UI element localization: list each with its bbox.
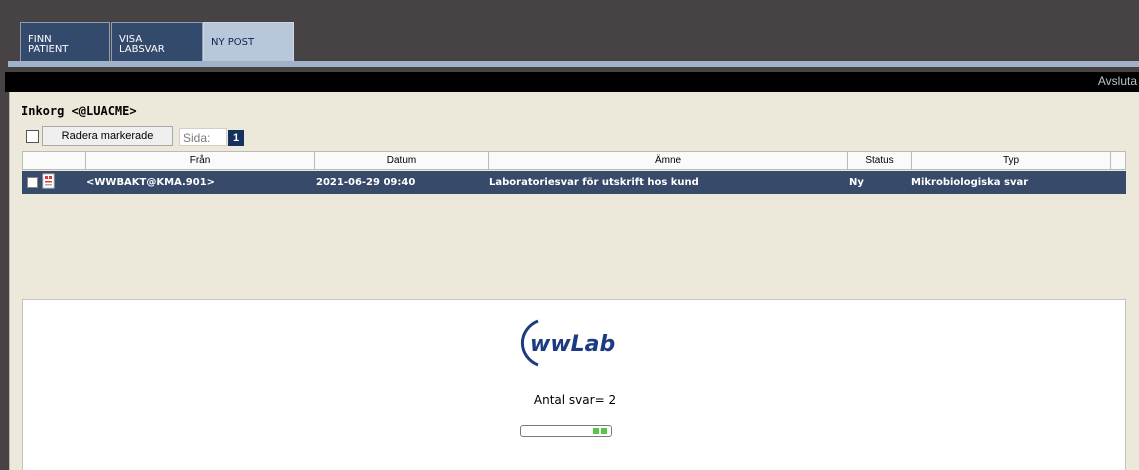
header-bar: Avsluta bbox=[5, 72, 1139, 92]
row-checkbox[interactable] bbox=[27, 177, 38, 188]
page-label-box: Sida: bbox=[179, 128, 227, 146]
document-icon bbox=[42, 173, 55, 189]
tab-label: FINN PATIENT bbox=[28, 34, 69, 55]
tab-visa-labsvar[interactable]: VISA LABSVAR bbox=[111, 22, 203, 63]
wwlab-logo: wwLab bbox=[520, 319, 615, 367]
row-status: Ny bbox=[849, 177, 864, 188]
column-header-subject[interactable]: Ämne bbox=[489, 152, 848, 169]
tab-underline bbox=[8, 61, 1139, 67]
inbox-title: Inkorg <@LUACME> bbox=[21, 104, 137, 118]
column-header-icons bbox=[23, 152, 86, 169]
tab-ny-post[interactable]: NY POST bbox=[203, 22, 294, 63]
progress-bar bbox=[520, 425, 612, 437]
row-type: Mikrobiologiska svar bbox=[911, 177, 1029, 188]
tab-finn-patient[interactable]: FINN PATIENT bbox=[20, 22, 110, 63]
row-from: <WWBAKT@KMA.901> bbox=[86, 177, 216, 188]
column-header-type[interactable]: Typ bbox=[912, 152, 1111, 169]
preview-pane: wwLab Antal svar= 2 bbox=[22, 299, 1126, 470]
answer-count: Antal svar= 2 bbox=[533, 393, 617, 407]
row-date: 2021-06-29 09:40 bbox=[316, 177, 416, 188]
column-header-date[interactable]: Datum bbox=[315, 152, 489, 169]
column-header-status[interactable]: Status bbox=[848, 152, 912, 169]
delete-selected-button[interactable]: Radera markerade bbox=[42, 126, 173, 146]
row-subject: Laboratoriesvar för utskrift hos kund bbox=[489, 177, 699, 188]
page-number-button[interactable]: 1 bbox=[228, 130, 244, 146]
tab-bar: FINN PATIENT VISA LABSVAR NY POST bbox=[0, 0, 1139, 72]
tab-label: NY POST bbox=[211, 37, 255, 48]
table-row[interactable]: <WWBAKT@KMA.901> 2021-06-29 09:40 Labora… bbox=[22, 171, 1126, 194]
select-all-checkbox[interactable] bbox=[26, 130, 39, 143]
logout-link[interactable]: Avsluta bbox=[1098, 74, 1137, 88]
tab-label: VISA LABSVAR bbox=[119, 34, 165, 55]
logo-text: wwLab bbox=[530, 332, 615, 357]
page-label: Sida: bbox=[183, 131, 211, 145]
progress-fill bbox=[593, 428, 608, 434]
table-header: Från Datum Ämne Status Typ bbox=[22, 151, 1126, 170]
inbox-panel: Inkorg <@LUACME> Radera markerade Sida: … bbox=[9, 92, 1139, 470]
column-header-from[interactable]: Från bbox=[86, 152, 315, 169]
